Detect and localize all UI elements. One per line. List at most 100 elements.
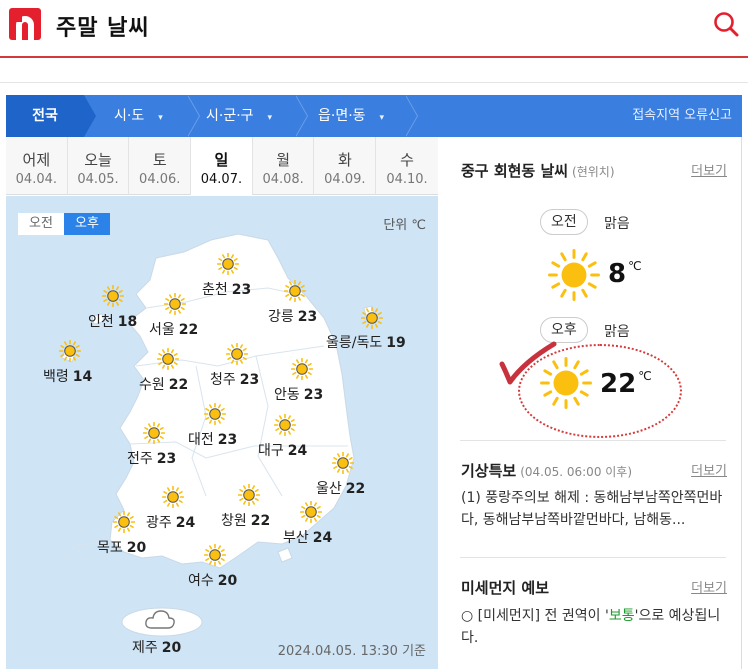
day-date: 04.05.: [77, 172, 119, 187]
city-changwon[interactable]: 창원 22: [221, 510, 270, 530]
city-daejeon[interactable]: 대전 23: [188, 429, 237, 449]
section-divider: [0, 82, 748, 83]
dust-more-link[interactable]: 더보기: [691, 577, 727, 596]
sun-icon: [299, 500, 323, 524]
city-daegu[interactable]: 대구 24: [258, 440, 307, 460]
special-more-link[interactable]: 더보기: [691, 460, 727, 479]
city-name: 광주: [146, 515, 172, 531]
city-gwangju[interactable]: 광주 24: [146, 512, 195, 532]
city-temp: 22: [345, 481, 366, 497]
report-location-error-link[interactable]: 접속지역 오류신고: [632, 95, 732, 137]
local-weather-panel: 중구 회현동 날씨 (현위치) 더보기 오전 맑음 8 ℃ 오후 맑음 22 ℃ 기상…: [438, 137, 742, 669]
special-weather-title: 기상특보 (04.05. 06:00 이후): [461, 460, 632, 481]
nav-sido[interactable]: 시·도 ▾: [114, 95, 163, 137]
day-date: 04.07.: [200, 172, 243, 187]
city-jeju[interactable]: 제주 20: [132, 637, 181, 657]
sun-icon: [142, 421, 166, 445]
naver-logo-icon[interactable]: [9, 8, 41, 40]
day-name: 일: [214, 151, 229, 169]
tab-day[interactable]: 수 04.10.: [376, 137, 438, 195]
fine-dust-title: 미세먼지 예보: [461, 579, 550, 597]
tab-day[interactable]: 어제 04.04.: [6, 137, 68, 195]
city-busan[interactable]: 부산 24: [283, 527, 332, 547]
city-yeosu[interactable]: 여수 20: [188, 570, 237, 590]
sun-icon: [203, 402, 227, 426]
local-more-link[interactable]: 더보기: [691, 160, 727, 179]
city-baengnyeong[interactable]: 백령 14: [43, 366, 92, 386]
city-name: 백령: [43, 369, 69, 385]
checkmark-icon: [499, 341, 557, 385]
city-temp: 22: [250, 513, 271, 529]
city-ulleung-dokdo[interactable]: 울릉/독도 19: [326, 332, 406, 352]
city-temp: 24: [312, 530, 333, 546]
city-temp: 24: [287, 443, 308, 459]
sun-icon: [283, 279, 307, 303]
nav-eupmyeondong[interactable]: 읍·면·동 ▾: [318, 95, 384, 137]
panel-divider: [460, 557, 726, 558]
chevron-down-icon: ▾: [379, 113, 385, 123]
city-cheongju[interactable]: 청주 23: [210, 369, 259, 389]
special-weather-text[interactable]: (1) 풍랑주의보 해제 : 동해남부남쪽안쪽먼바다, 동해남부남쪽바깥먼바다,…: [461, 487, 727, 531]
tab-day-selected[interactable]: 일 04.07.: [191, 137, 253, 195]
cloud-icon: [145, 610, 175, 629]
am-button[interactable]: 오전: [18, 213, 64, 235]
dust-prefix: ○ [미세먼지] 전 권역이: [461, 608, 605, 624]
city-name: 춘천: [202, 282, 228, 298]
search-icon[interactable]: [712, 10, 740, 38]
city-seoul[interactable]: 서울 22: [149, 319, 198, 339]
nav-national[interactable]: 전국: [6, 95, 96, 137]
header-divider: [0, 56, 748, 58]
pm-button[interactable]: 오후: [64, 213, 110, 235]
map-timestamp: 2024.04.05. 13:30 기준: [277, 644, 426, 659]
city-chuncheon[interactable]: 춘천 23: [202, 279, 251, 299]
nav-separator: [187, 95, 200, 137]
day-name: 수: [400, 151, 414, 169]
sun-icon: [225, 342, 249, 366]
nav-sigungu[interactable]: 시·군·구 ▾: [206, 95, 272, 137]
pm-condition: 맑음: [604, 324, 630, 340]
day-name: 어제: [22, 151, 51, 169]
day-date: 04.06.: [139, 172, 181, 187]
ampm-toggle: 오전 오후: [18, 212, 110, 235]
city-temp: 23: [239, 372, 260, 388]
app-header: 주말 날씨: [0, 0, 748, 52]
city-temp: 19: [386, 335, 406, 351]
am-condition: 맑음: [604, 216, 630, 232]
nav-separator: [295, 95, 308, 137]
am-temp-unit: ℃: [628, 259, 642, 273]
city-temp: 23: [297, 309, 318, 325]
city-name: 울릉/독도: [326, 335, 383, 351]
city-temp: 23: [217, 432, 238, 448]
city-mokpo[interactable]: 목포 20: [97, 537, 146, 557]
city-incheon[interactable]: 인천 18: [88, 311, 137, 331]
city-name: 목포: [97, 540, 123, 556]
day-date: 04.08.: [262, 172, 304, 187]
day-name: 월: [276, 151, 291, 169]
sun-icon: [360, 306, 384, 330]
tab-day[interactable]: 월 04.08.: [253, 137, 315, 195]
city-temp: 23: [156, 451, 177, 467]
tab-day[interactable]: 오늘 04.05.: [68, 137, 130, 195]
city-name: 서울: [149, 322, 175, 338]
day-tabs: 어제 04.04. 오늘 04.05. 토 04.06. 일 04.07. 월 04.08…: [6, 137, 438, 195]
dust-level: 보통: [608, 608, 635, 624]
sun-icon: [237, 483, 261, 507]
city-temp: 22: [168, 377, 189, 393]
city-gangneung[interactable]: 강릉 23: [268, 306, 317, 326]
tab-day[interactable]: 화 04.09.: [315, 137, 377, 195]
day-name: 토: [152, 151, 167, 169]
city-name: 수원: [139, 377, 165, 393]
city-jeonju[interactable]: 전주 23: [127, 448, 176, 468]
weather-map: 오전 오후 단위 ℃ 춘천 23 인천 18 서울 22 강릉 23 울릉/독도 19 백령…: [6, 196, 438, 669]
local-title-sub: (현위치): [572, 165, 615, 179]
city-temp: 20: [126, 540, 147, 556]
city-name: 여수: [188, 573, 214, 589]
am-temp-value: 8: [608, 259, 627, 289]
city-suwon[interactable]: 수원 22: [139, 374, 188, 394]
city-name: 울산: [316, 481, 342, 497]
city-andong[interactable]: 안동 23: [274, 384, 323, 404]
nav-sigungu-label: 시·군·구: [206, 108, 254, 124]
sun-icon: [161, 485, 185, 509]
tab-day[interactable]: 토 04.06.: [129, 137, 192, 195]
city-ulsan[interactable]: 울산 22: [316, 478, 365, 498]
